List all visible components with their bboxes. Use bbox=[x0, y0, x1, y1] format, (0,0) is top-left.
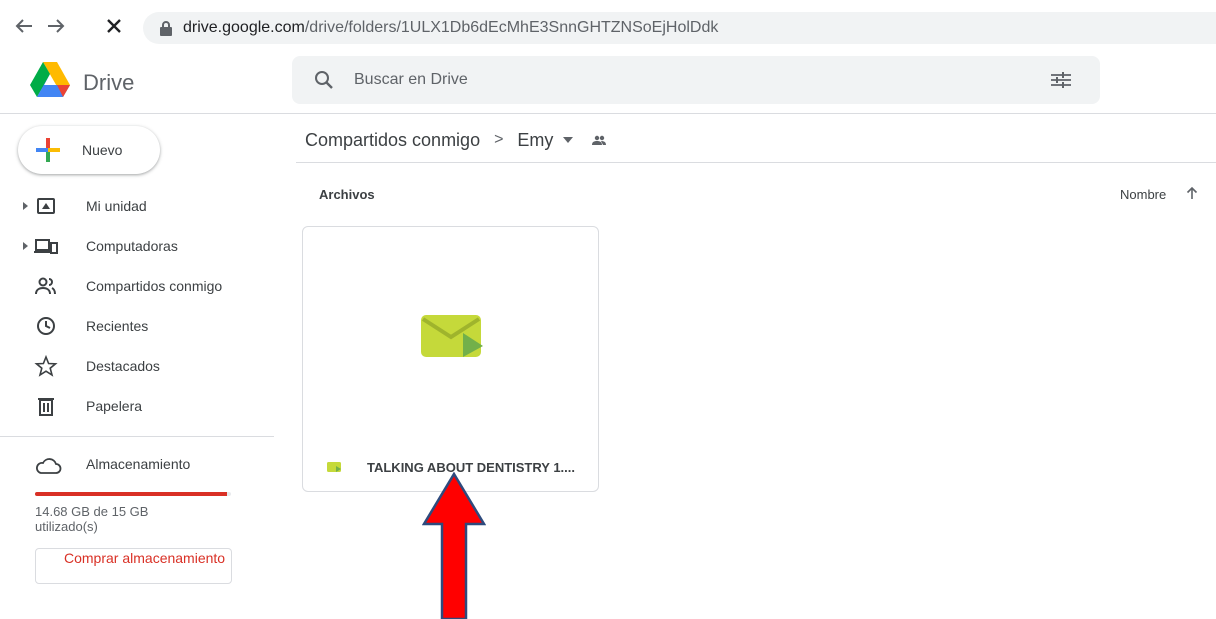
stop-loading-button[interactable] bbox=[102, 14, 126, 38]
new-button-label: Nuevo bbox=[82, 142, 123, 158]
forward-button[interactable] bbox=[44, 14, 68, 38]
star-icon bbox=[34, 355, 58, 377]
sidebar-item-label: Papelera bbox=[86, 398, 143, 414]
buy-storage-button[interactable]: Comprar almacenamiento bbox=[35, 548, 232, 584]
sidebar-item-label: Computadoras bbox=[86, 238, 178, 254]
url-path: /drive/folders/1ULX1Db6dEcMhE3SnnGHTZNSo… bbox=[304, 19, 719, 36]
computers-icon bbox=[34, 239, 58, 254]
sidebar-item-recent[interactable]: Recientes bbox=[0, 306, 270, 346]
shared-folder-icon bbox=[592, 135, 607, 145]
chevron-down-icon[interactable] bbox=[563, 137, 574, 143]
back-button[interactable] bbox=[12, 14, 36, 38]
video-message-icon bbox=[327, 462, 341, 472]
new-button[interactable]: Nuevo bbox=[18, 126, 160, 174]
app-title[interactable]: Drive bbox=[83, 70, 134, 96]
storage-label: Almacenamiento bbox=[86, 456, 191, 472]
my-drive-icon bbox=[37, 198, 55, 214]
search-input[interactable] bbox=[354, 56, 994, 104]
url-host: drive.google.com bbox=[183, 19, 305, 36]
breadcrumb: Compartidos conmigo > Emy bbox=[305, 126, 607, 154]
storage-usage-fill bbox=[35, 492, 227, 496]
shared-icon bbox=[35, 277, 56, 295]
sidebar-divider bbox=[0, 436, 274, 437]
sidebar-item-my-drive[interactable]: Mi unidad bbox=[0, 186, 270, 226]
expand-caret-icon[interactable] bbox=[22, 200, 30, 212]
search-icon[interactable] bbox=[312, 68, 336, 92]
sidebar-item-shared-with-me[interactable]: Compartidos conmigo bbox=[0, 266, 270, 306]
sort-ascending-icon[interactable] bbox=[1186, 186, 1198, 200]
browser-toolbar: drive.google.com/drive/folders/1ULX1Db6d… bbox=[0, 0, 1216, 50]
sidebar-item-label: Destacados bbox=[86, 358, 160, 374]
content-divider bbox=[296, 162, 1216, 163]
address-bar[interactable]: drive.google.com/drive/folders/1ULX1Db6d… bbox=[143, 12, 1216, 44]
file-thumbnail[interactable] bbox=[303, 227, 598, 445]
breadcrumb-root[interactable]: Compartidos conmigo bbox=[305, 130, 480, 151]
sidebar-item-computers[interactable]: Computadoras bbox=[0, 226, 270, 266]
expand-caret-icon[interactable] bbox=[22, 240, 30, 252]
clock-icon bbox=[37, 317, 55, 335]
file-card[interactable]: TALKING ABOUT DENTISTRY 1.... bbox=[302, 226, 599, 492]
plus-icon bbox=[36, 138, 60, 162]
sidebar-item-trash[interactable]: Papelera bbox=[0, 386, 270, 426]
sidebar-item-starred[interactable]: Destacados bbox=[0, 346, 270, 386]
storage-usage-text: 14.68 GB de 15 GB utilizado(s) bbox=[35, 504, 149, 534]
sort-by-name-button[interactable]: Nombre bbox=[1120, 187, 1166, 202]
back-arrow-icon bbox=[15, 19, 32, 33]
search-bar[interactable] bbox=[292, 56, 1100, 104]
sidebar-item-label: Recientes bbox=[86, 318, 149, 334]
annotation-arrow-icon bbox=[422, 472, 486, 619]
breadcrumb-current-folder[interactable]: Emy bbox=[517, 130, 553, 151]
drive-header: Drive bbox=[0, 50, 1216, 114]
trash-icon bbox=[38, 398, 54, 416]
close-icon bbox=[107, 19, 121, 33]
cloud-icon bbox=[36, 458, 62, 474]
video-message-icon bbox=[421, 315, 483, 357]
sidebar-item-label: Mi unidad bbox=[86, 198, 147, 214]
storage-usage-bar bbox=[35, 492, 231, 496]
breadcrumb-separator: > bbox=[494, 131, 504, 148]
forward-arrow-icon bbox=[48, 19, 65, 33]
lock-icon bbox=[160, 21, 172, 36]
sidebar-item-label: Compartidos conmigo bbox=[86, 278, 223, 294]
sidebar-item-storage[interactable]: Almacenamiento bbox=[0, 446, 270, 482]
sidebar: Nuevo Mi unidad Computadoras Compartidos… bbox=[0, 114, 280, 619]
search-options-icon[interactable] bbox=[1050, 70, 1072, 90]
section-title: Archivos bbox=[319, 187, 375, 202]
drive-logo-icon[interactable] bbox=[30, 62, 70, 98]
